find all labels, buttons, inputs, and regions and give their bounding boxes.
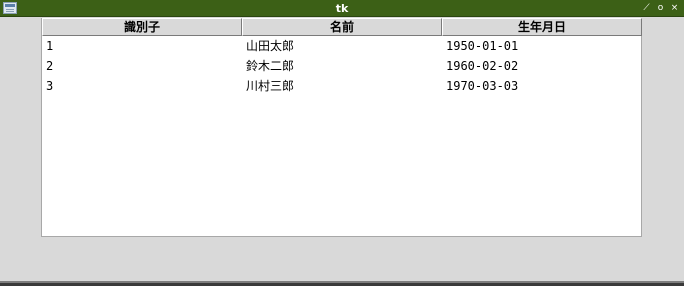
close-icon[interactable]: × [669,2,680,14]
cell-name: 山田太郎 [246,39,295,53]
window-title: tk [335,2,349,15]
cell-birthdate: 1970-03-03 [446,79,519,93]
column-header-name[interactable]: 名前 [242,18,442,36]
data-treeview[interactable]: 識別子 名前 生年月日 1 山田太郎 1950-01-01 2 鈴木二郎 196… [41,18,642,237]
cell-birthdate: 1950-01-01 [446,39,519,53]
cell-id: 1 [46,39,54,53]
column-header-birthdate[interactable]: 生年月日 [442,18,642,36]
table-header: 識別子 名前 生年月日 [42,18,642,36]
cell-id: 3 [46,79,54,93]
table-row[interactable]: 2 鈴木二郎 1960-02-02 [42,56,642,76]
cell-name: 川村三郎 [246,79,295,93]
cell-birthdate: 1960-02-02 [446,59,519,73]
minimize-icon[interactable]: ⟋ [641,2,652,14]
table-body: 1 山田太郎 1950-01-01 2 鈴木二郎 1960-02-02 3 川村… [42,36,642,96]
table-row[interactable]: 3 川村三郎 1970-03-03 [42,76,642,96]
title-bar[interactable]: tk ⟋ o × [0,0,684,17]
cell-name: 鈴木二郎 [246,59,295,73]
column-header-id[interactable]: 識別子 [42,18,242,36]
app-window: tk ⟋ o × 識別子 名前 生年月日 1 山田太郎 1950-01-01 2… [0,0,684,286]
table-row[interactable]: 1 山田太郎 1950-01-01 [42,36,642,56]
window-bottom-edge [0,281,684,286]
maximize-icon[interactable]: o [655,2,666,14]
cell-id: 2 [46,59,54,73]
